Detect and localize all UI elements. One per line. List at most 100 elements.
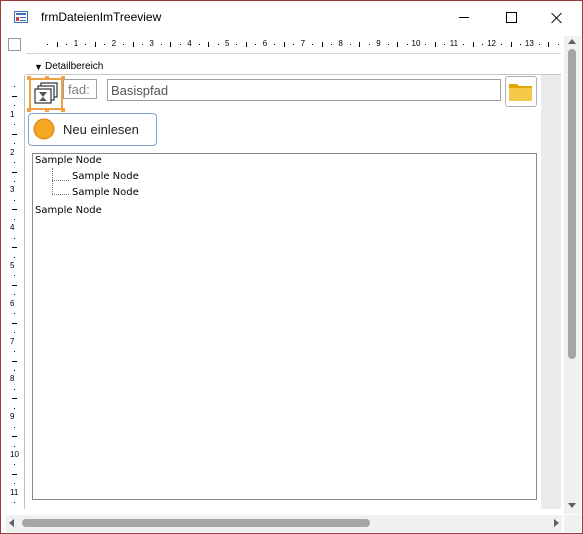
scroll-down-icon[interactable] [568,503,576,508]
tree-node[interactable]: Sample Node [35,205,102,216]
form-icon[interactable] [14,11,28,23]
ruler-number: 1 [10,109,15,119]
design-grid-margin [541,75,561,509]
ruler-tick [12,284,17,286]
ruler-number: 9 [10,412,15,422]
ruler-tick [236,44,238,45]
ruler-number: 6 [262,39,268,48]
ruler-number: 11 [449,39,459,48]
ruler-tick [14,407,15,409]
maximize-button[interactable] [488,1,534,34]
ruler-tick [12,171,17,173]
form-selector[interactable] [8,38,21,51]
detail-section-header[interactable]: ▼ Detailbereich [26,59,561,75]
ruler-number: 5 [225,39,230,48]
ruler-tick [14,218,15,220]
ruler-tick [123,44,125,45]
tree-connector [52,194,69,195]
form-window: frmDateienImTreeview 1234567891011121314… [0,0,583,534]
ruler-tick [557,44,559,45]
ruler-tick [425,44,427,45]
ruler-tick [12,322,17,324]
ruler-tick [463,44,465,45]
ruler-number: 8 [338,39,343,48]
ruler-number: 13 [524,39,534,48]
title-bar[interactable]: frmDateienImTreeview [1,1,582,34]
ruler-tick [14,180,15,182]
ruler-tick [330,44,332,45]
scroll-right-icon[interactable] [554,519,559,527]
ruler-number: 7 [10,336,15,346]
ruler-number: 5 [10,261,15,270]
ruler-number: 10 [411,39,421,48]
ruler-number: 12 [487,39,496,48]
ruler-tick [312,44,314,45]
ruler-tick [170,42,172,47]
folder-icon [509,84,532,101]
image-stack-icon [34,82,58,104]
tree-node[interactable]: Sample Node [72,171,139,182]
ruler-number: 1 [73,39,79,48]
ruler-tick [217,44,219,45]
browse-folder-button[interactable] [505,76,537,107]
tree-node[interactable]: Sample Node [72,187,139,198]
ruler-tick [14,124,15,126]
ruler-tick [434,42,436,47]
scroll-up-icon[interactable] [568,39,576,44]
ruler-tick [160,44,162,45]
section-label: Detailbereich [45,61,104,72]
ruler-tick [14,162,15,164]
vertical-scroll-thumb[interactable] [568,49,576,359]
ruler-tick [510,42,512,47]
ruler-tick [245,42,247,47]
ruler-tick [538,44,540,45]
ruler-tick [406,44,408,45]
path-textbox[interactable]: Basispfad [107,79,501,101]
ruler-tick [12,473,17,475]
ruler-tick [359,42,361,47]
ruler-tick [14,199,15,201]
tree-node[interactable]: Sample Node [35,155,102,166]
section-collapse-icon: ▼ [34,62,43,72]
ruler-tick [132,42,134,47]
tree-connector [52,180,69,181]
minimize-button[interactable] [441,1,487,34]
ruler-tick [519,44,521,45]
treeview-control[interactable]: Sample Node Sample Node Sample Node Samp… [32,153,537,500]
ruler-tick [208,42,210,47]
horizontal-ruler[interactable]: 1234567891011121314 [26,36,561,54]
ruler-number: 4 [187,39,192,48]
ruler-tick [14,143,15,145]
image-button[interactable] [27,76,65,112]
ruler-tick [12,360,17,362]
ruler-number: 2 [111,39,117,48]
ruler-tick [349,44,351,45]
ruler-tick [179,44,181,45]
ruler-tick [14,275,15,277]
horizontal-scrollbar[interactable] [6,515,562,532]
resize-handle[interactable] [45,108,49,112]
ruler-tick [104,44,106,45]
vertical-scrollbar[interactable] [564,36,581,514]
ruler-number: 8 [10,374,15,384]
ruler-tick [283,42,285,47]
ruler-tick [14,86,15,88]
ruler-tick [444,44,446,45]
ruler-tick [274,44,276,45]
ruler-tick [12,133,17,135]
orange-circle-icon [33,118,55,140]
ruler-number: 10 [10,450,19,459]
path-label: fad: [63,79,97,99]
horizontal-scroll-thumb[interactable] [22,519,370,527]
ruler-tick [293,44,295,45]
close-button[interactable] [534,1,580,34]
scroll-left-icon[interactable] [9,519,14,527]
resize-handle[interactable] [61,108,65,112]
refresh-button[interactable]: Neu einlesen [28,113,157,146]
ruler-tick [472,42,474,47]
resize-handle[interactable] [27,108,31,112]
vertical-ruler[interactable]: 1 2 3 4 5 6 7 8 9 10 11 [8,75,19,509]
ruler-tick [14,502,15,504]
ruler-tick [368,44,370,45]
ruler-tick [397,42,399,47]
